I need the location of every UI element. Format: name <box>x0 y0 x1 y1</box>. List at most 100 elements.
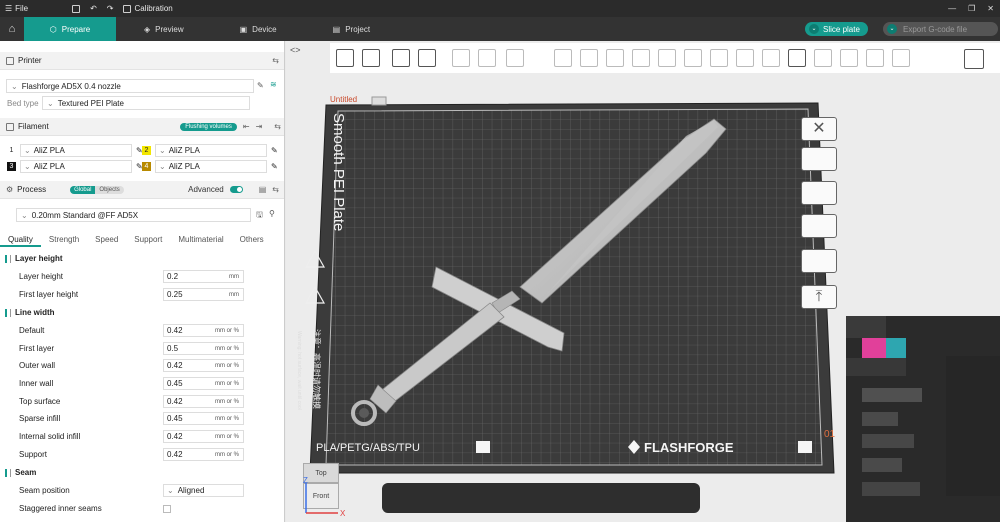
redo-icon[interactable]: ↷ <box>102 4 119 13</box>
settings-sliders-icon[interactable]: ⇆ <box>272 56 279 65</box>
tab-preview[interactable]: ◈ Preview <box>116 17 212 41</box>
plate-title: Smooth PEI Plate <box>330 113 347 231</box>
bed-type-select[interactable]: ⌄ Textured PEI Plate <box>42 96 250 110</box>
tab-device[interactable]: ▣ Device <box>212 17 305 41</box>
edit-icon[interactable]: ✎ <box>271 162 278 171</box>
slice-plate-button[interactable]: ⌄ Slice plate <box>805 22 868 36</box>
project-icon: ▤ <box>332 24 341 34</box>
cube-icon: ⬡ <box>49 24 57 34</box>
export-gcode-button[interactable]: ⌄ Export G-code file <box>883 22 998 36</box>
param-first-layer: First layer 0.5 mm or % <box>0 340 284 357</box>
param-support: Support 0.42 mm or % <box>0 446 284 463</box>
filament-slot-2[interactable]: 2 ⌄ AliZ PLA ✎ <box>142 144 278 157</box>
add-filament-icon[interactable]: ⇤ <box>243 122 250 131</box>
orient-plate-button[interactable] <box>801 147 837 171</box>
settings-sliders-icon[interactable]: ⇆ <box>274 122 281 131</box>
edit-icon[interactable]: ✎ <box>271 146 278 155</box>
objects-option[interactable]: Objects <box>95 185 124 194</box>
wifi-icon[interactable]: ≋ <box>270 80 277 89</box>
tab-others[interactable]: Others <box>232 233 272 247</box>
plate-edit-icon[interactable] <box>371 96 387 106</box>
file-menu[interactable]: ☰ File <box>0 4 33 13</box>
calibration-menu[interactable]: Calibration <box>118 4 177 13</box>
param-sparse-infill: Sparse infill 0.45 mm or % <box>0 410 284 427</box>
delete-plate-button[interactable]: ✕ <box>801 117 837 141</box>
param-internal-solid-infill: Internal solid infill 0.42 mm or % <box>0 428 284 445</box>
internal-solid-infill-input[interactable]: 0.42 mm or % <box>163 430 244 443</box>
printer-section-header: Printer ⇆ <box>0 52 284 70</box>
param-default: Default 0.42 mm or % <box>0 322 284 339</box>
undo-icon[interactable]: ↶ <box>85 4 102 13</box>
tab-strength[interactable]: Strength <box>41 233 87 247</box>
printer-select[interactable]: ⌄ Flashforge AD5X 0.4 nozzle <box>6 79 254 93</box>
close-icon[interactable]: ✕ <box>987 4 994 13</box>
default-width-input[interactable]: 0.42 mm or % <box>163 324 244 337</box>
tab-speed[interactable]: Speed <box>87 233 126 247</box>
flushing-volumes-button[interactable]: Flushing volumes <box>180 122 237 131</box>
notice-cn: 注意：高温时请勿触摸 <box>312 329 322 409</box>
plate-grid <box>326 109 822 465</box>
compare-icon[interactable]: ▤ <box>259 185 267 194</box>
plate-logo-icon-2 <box>798 441 812 453</box>
menu-bar: ☰ File ↶ ↷ Calibration — ❐ ✕ <box>0 0 1000 17</box>
filament-slot-4[interactable]: 4 ⌄ AliZ PLA ✎ <box>142 160 278 173</box>
process-scope-switch[interactable]: Global Objects <box>70 185 124 194</box>
process-section-header: ⚙ Process Global Objects Advanced ▤ ⇆ <box>0 181 284 199</box>
save-icon[interactable] <box>67 4 85 13</box>
first-layer-width-input[interactable]: 0.5 mm or % <box>163 342 244 355</box>
settings-sliders-icon[interactable]: ⇆ <box>272 185 279 194</box>
param-seam-position: Seam position ⌄ Aligned <box>0 482 284 499</box>
calibration-icon <box>123 4 132 13</box>
group-layer-height: Layer height <box>0 250 284 267</box>
param-layer-height: Layer height 0.2 mm <box>0 268 284 285</box>
sparse-infill-input[interactable]: 0.45 mm or % <box>163 412 244 425</box>
tab-quality[interactable]: Quality <box>0 233 41 247</box>
filament-slot-1[interactable]: 1 ⌄ AliZ PLA ✎ <box>7 144 143 157</box>
search-icon[interactable]: ⚲ <box>269 209 275 218</box>
support-width-input[interactable]: 0.42 mm or % <box>163 448 244 461</box>
chevron-down-icon: ⌄ <box>21 210 28 220</box>
layer-height-input[interactable]: 0.2 mm <box>163 270 244 283</box>
group-seam: Seam <box>0 464 284 481</box>
staggered-seams-checkbox[interactable] <box>163 504 171 513</box>
process-tabs: Quality Strength Speed Support Multimate… <box>0 233 284 247</box>
tab-support[interactable]: Support <box>126 233 170 247</box>
outer-wall-input[interactable]: 0.42 mm or % <box>163 359 244 372</box>
lock-plate-button[interactable] <box>801 214 837 238</box>
save-icon[interactable]: 🖫 <box>256 209 263 223</box>
filament-slot-3[interactable]: 3 ⌄ AliZ PLA ✎ <box>7 160 143 173</box>
filament-section-header: Filament Flushing volumes ⇤ ⇥ ⇆ <box>0 118 284 136</box>
group-line-width: Line width <box>0 304 284 321</box>
tab-multimaterial[interactable]: Multimaterial <box>170 233 231 247</box>
global-option[interactable]: Global <box>70 185 96 194</box>
advanced-toggle[interactable] <box>229 186 243 193</box>
seam-position-select[interactable]: ⌄ Aligned <box>163 484 244 497</box>
tab-project[interactable]: ▤ Project <box>305 17 398 41</box>
minimize-icon[interactable]: — <box>948 4 956 13</box>
inner-wall-input[interactable]: 0.45 mm or % <box>163 377 244 390</box>
param-outer-wall: Outer wall 0.42 mm or % <box>0 357 284 374</box>
chevron-down-icon[interactable]: ⌄ <box>809 24 819 34</box>
layer-group-icon <box>5 254 11 263</box>
edit-icon[interactable]: ✎ <box>257 81 264 90</box>
arrange-plate-button[interactable] <box>801 181 837 205</box>
top-surface-input[interactable]: 0.42 mm or % <box>163 395 244 408</box>
layers-icon: ◈ <box>144 24 151 34</box>
process-preset-select[interactable]: ⌄ 0.20mm Standard @FF AD5X <box>16 208 251 222</box>
plate-materials: PLA/PETG/ABS/TPU <box>316 442 420 454</box>
param-first-layer-height: First layer height 0.25 mm <box>0 286 284 303</box>
remove-filament-icon[interactable]: ⇥ <box>256 122 263 131</box>
home-icon[interactable]: ⌂ <box>0 17 24 41</box>
filament-icon <box>6 122 14 131</box>
plate-settings-button[interactable] <box>801 249 837 273</box>
axes-indicator: Z X <box>303 477 346 517</box>
printer-icon <box>6 56 14 65</box>
tab-prepare[interactable]: ⬡ Prepare <box>24 17 116 41</box>
param-top-surface: Top surface 0.42 mm or % <box>0 393 284 410</box>
move-to-top-button[interactable]: ⤒ <box>801 285 837 309</box>
chevron-down-icon[interactable]: ⌄ <box>887 24 897 34</box>
x-axis-label: X <box>340 509 346 517</box>
z-axis-label: Z <box>303 477 308 485</box>
first-layer-height-input[interactable]: 0.25 mm <box>163 288 244 301</box>
maximize-icon[interactable]: ❐ <box>968 4 975 13</box>
